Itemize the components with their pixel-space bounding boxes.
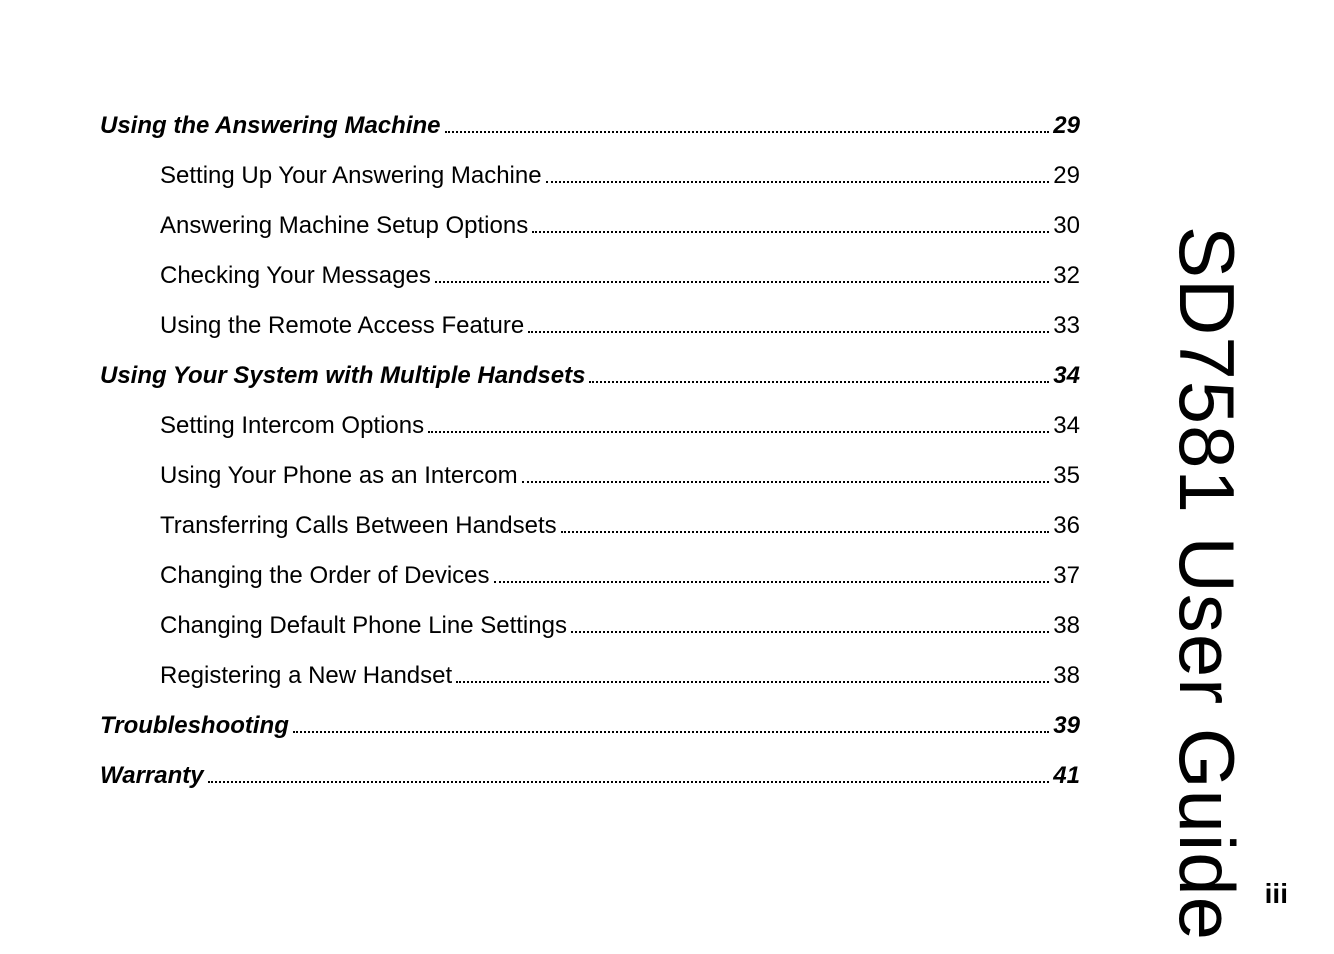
dot-leader xyxy=(561,511,1050,533)
toc-label: Setting Intercom Options xyxy=(100,408,424,444)
toc-section: Using Your System with Multiple Handsets… xyxy=(100,358,1080,394)
dot-leader xyxy=(571,611,1049,633)
toc-label: Registering a New Handset xyxy=(100,658,452,694)
dot-leader xyxy=(445,111,1050,133)
toc-page: 34 xyxy=(1053,358,1080,394)
dot-leader xyxy=(435,261,1049,283)
dot-leader xyxy=(208,761,1050,783)
toc-label: Transferring Calls Between Handsets xyxy=(100,508,557,544)
toc-page: 33 xyxy=(1053,308,1080,344)
toc-label: Checking Your Messages xyxy=(100,258,431,294)
toc-page: 36 xyxy=(1053,508,1080,544)
page-number: iii xyxy=(1265,878,1288,910)
toc-label: Using the Remote Access Feature xyxy=(100,308,524,344)
toc-label: Using the Answering Machine xyxy=(100,108,441,144)
toc-page: 38 xyxy=(1053,658,1080,694)
toc-page: 41 xyxy=(1053,758,1080,794)
toc-section: Using the Answering Machine 29 xyxy=(100,108,1080,144)
toc-sub: Changing Default Phone Line Settings 38 xyxy=(100,608,1080,644)
toc-label: Setting Up Your Answering Machine xyxy=(100,158,542,194)
toc-label: Warranty xyxy=(100,758,204,794)
toc-sub: Answering Machine Setup Options 30 xyxy=(100,208,1080,244)
toc-page: 35 xyxy=(1053,458,1080,494)
side-gutter: SD7581 User Guide xyxy=(1100,108,1264,904)
toc-page: 30 xyxy=(1053,208,1080,244)
dot-leader xyxy=(528,311,1049,333)
toc-page: 29 xyxy=(1053,158,1080,194)
toc-section: Warranty 41 xyxy=(100,758,1080,794)
side-title: SD7581 User Guide xyxy=(1161,226,1252,941)
toc-page: 37 xyxy=(1053,558,1080,594)
toc-sub: Transferring Calls Between Handsets 36 xyxy=(100,508,1080,544)
toc-page: 39 xyxy=(1053,708,1080,744)
toc-sub: Setting Up Your Answering Machine 29 xyxy=(100,158,1080,194)
toc-page: 34 xyxy=(1053,408,1080,444)
toc-label: Troubleshooting xyxy=(100,708,289,744)
table-of-contents: Using the Answering Machine 29 Setting U… xyxy=(100,108,1100,904)
toc-page: 38 xyxy=(1053,608,1080,644)
toc-label: Changing Default Phone Line Settings xyxy=(100,608,567,644)
dot-leader xyxy=(532,211,1049,233)
toc-section: Troubleshooting 39 xyxy=(100,708,1080,744)
dot-leader xyxy=(456,661,1049,683)
toc-page: 32 xyxy=(1053,258,1080,294)
dot-leader xyxy=(546,161,1050,183)
toc-label: Answering Machine Setup Options xyxy=(100,208,528,244)
dot-leader xyxy=(428,411,1049,433)
dot-leader xyxy=(293,711,1049,733)
toc-page: 29 xyxy=(1053,108,1080,144)
toc-sub: Using Your Phone as an Intercom 35 xyxy=(100,458,1080,494)
toc-sub: Using the Remote Access Feature 33 xyxy=(100,308,1080,344)
dot-leader xyxy=(589,361,1049,383)
toc-sub: Registering a New Handset 38 xyxy=(100,658,1080,694)
dot-leader xyxy=(494,561,1050,583)
toc-label: Using Your Phone as an Intercom xyxy=(100,458,518,494)
document-page: Using the Answering Machine 29 Setting U… xyxy=(0,0,1334,954)
toc-sub: Checking Your Messages 32 xyxy=(100,258,1080,294)
dot-leader xyxy=(522,461,1050,483)
toc-label: Using Your System with Multiple Handsets xyxy=(100,358,585,394)
toc-label: Changing the Order of Devices xyxy=(100,558,490,594)
toc-sub: Changing the Order of Devices 37 xyxy=(100,558,1080,594)
toc-sub: Setting Intercom Options 34 xyxy=(100,408,1080,444)
